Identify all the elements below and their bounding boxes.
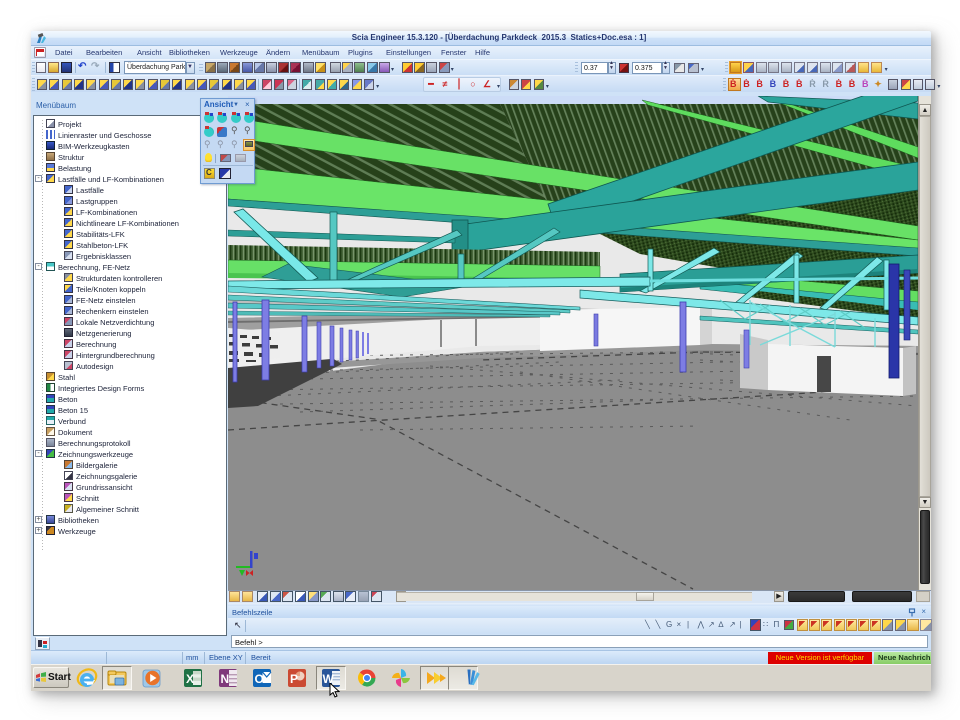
svg-text:N: N [221,672,230,686]
svg-text:X: X [186,672,194,686]
svg-text:O: O [255,672,264,686]
svg-text:P: P [290,672,298,686]
